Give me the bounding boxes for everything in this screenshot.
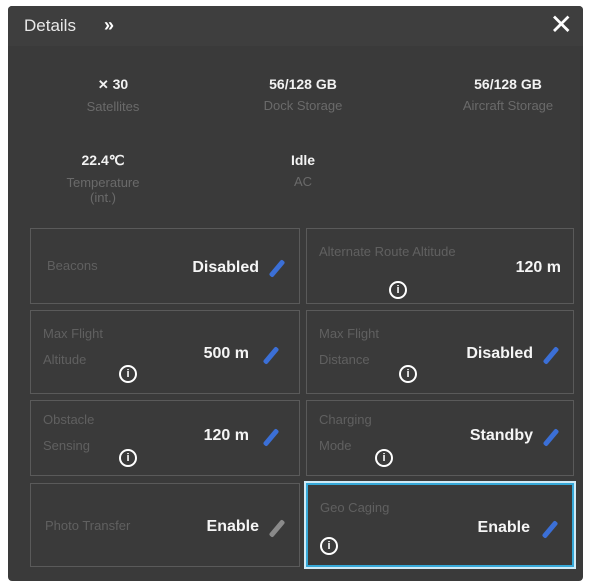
satellite-icon: ✕ [97,77,109,92]
card-value: Enable [477,519,530,536]
card-label: Alternate Route Altitude [319,244,456,259]
stat-value: 30 [112,76,129,92]
stat-label: Temperature (int.) [66,175,140,205]
stat-label: AC [293,174,313,189]
edit-icon[interactable] [268,259,286,278]
stat-value: Idle [290,152,316,168]
card-label: Photo Transfer [45,518,131,533]
card-max-flight-altitude[interactable]: Max Flight Altitude i 500 m [30,310,300,394]
card-label: Geo Caging [320,500,390,515]
close-icon[interactable]: ✕ [550,10,573,40]
info-icon[interactable]: i [119,365,137,383]
card-charging-mode[interactable]: Charging Mode i Standby [306,400,574,476]
card-value: 500 m [203,345,249,362]
edit-icon[interactable] [541,520,559,539]
card-photo-transfer[interactable]: Photo Transfer Enable [30,483,300,567]
stat-satellites: ✕ 30 Satellites [48,76,178,114]
card-max-flight-distance[interactable]: Max Flight Distance i Disabled [306,310,574,394]
info-icon[interactable]: i [375,449,393,467]
stat-label: Aircraft Storage [462,98,554,113]
stat-label: Dock Storage [263,98,343,113]
stat-temperature: 22.4℃ Temperature (int.) [43,152,163,205]
edit-icon[interactable] [262,346,280,365]
card-geo-caging[interactable]: Geo Caging i Enable [304,481,576,569]
card-value: 120 m [203,427,249,444]
expand-icon[interactable]: » [104,15,114,36]
info-icon[interactable]: i [119,449,137,467]
edit-icon[interactable] [542,428,560,447]
card-label: Max Flight Distance [319,326,379,367]
stat-value: 56/128 GB [474,76,542,92]
stat-aircraft-storage: 56/128 GB Aircraft Storage [433,76,583,113]
panel-title: Details [24,16,76,35]
info-icon[interactable]: i [320,537,338,555]
edit-icon[interactable] [542,346,560,365]
stat-dock-storage: 56/128 GB Dock Storage [228,76,378,113]
card-label: Max Flight Altitude [43,326,103,367]
card-value: Enable [206,518,259,535]
card-alternate-route-altitude[interactable]: Alternate Route Altitude i 120 m [306,228,574,304]
card-beacons[interactable]: Beacons Disabled [30,228,300,304]
card-obstacle-sensing[interactable]: Obstacle Sensing i 120 m [30,400,300,476]
info-icon[interactable]: i [399,365,417,383]
edit-icon[interactable] [268,519,286,538]
card-label: Beacons [47,258,98,273]
stat-value: 56/128 GB [269,76,337,92]
card-value: Disabled [466,345,533,362]
edit-icon[interactable] [262,428,280,447]
stat-value: 22.4℃ [81,152,125,168]
info-icon[interactable]: i [389,281,407,299]
stat-label: Satellites [86,99,140,114]
card-value: Standby [469,427,533,444]
panel-header: Details » ✕ [8,6,583,46]
card-value: 120 m [515,259,561,276]
card-label: Obstacle Sensing [43,412,95,453]
stat-ac: Idle AC [253,152,353,189]
details-panel: Details » ✕ ✕ 30 Satellites 56/128 GB Do… [8,6,583,581]
card-value: Disabled [192,259,259,276]
